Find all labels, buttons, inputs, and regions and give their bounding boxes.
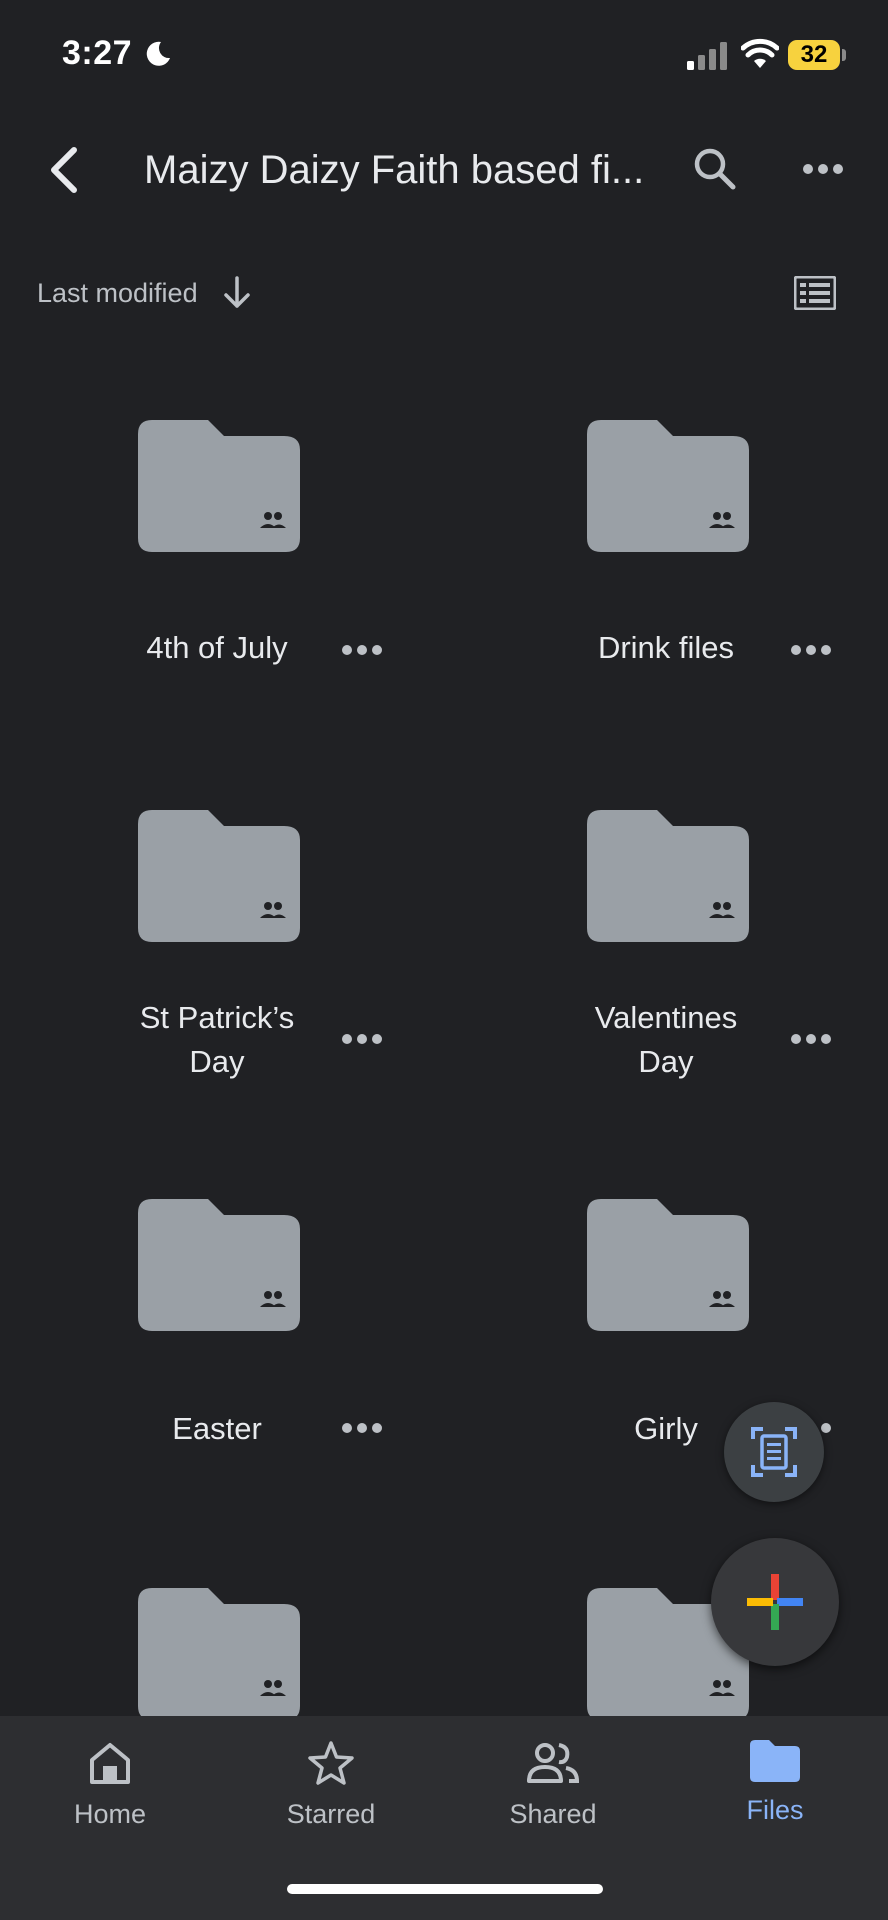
document-scanner-icon: [751, 1427, 797, 1477]
folder-name: 4th of July: [146, 630, 288, 665]
moon-icon: [146, 41, 170, 66]
nav-home[interactable]: Home: [20, 1740, 200, 1830]
more-options-icon[interactable]: [789, 1031, 833, 1047]
battery-tip: [842, 49, 846, 61]
star-icon: [308, 1741, 354, 1785]
home-indicator: [287, 1884, 603, 1894]
folder-name: Easter: [172, 1411, 262, 1446]
more-options-icon[interactable]: [340, 642, 384, 658]
arrow-down-icon[interactable]: [222, 276, 252, 310]
shared-folder-icon: [587, 1199, 749, 1331]
folder-name: Drink files: [597, 630, 735, 665]
folder-tile-drink-files[interactable]: Drink files: [551, 418, 851, 678]
nav-label: Starred: [286, 1799, 376, 1829]
folder-name: St Patrick’s Day: [139, 1000, 295, 1079]
folder-tile-valentines-day[interactable]: Valentines Day: [551, 808, 851, 1098]
cellular-signal-icon: [687, 42, 727, 70]
folder-tile[interactable]: [102, 1586, 402, 1716]
plus-icon: [747, 1574, 803, 1630]
status-time: 3:27: [62, 34, 133, 72]
nav-label: Home: [73, 1799, 147, 1829]
back-arrow-icon[interactable]: [44, 146, 84, 194]
sort-label[interactable]: Last modified: [37, 278, 198, 309]
nav-label: Shared: [509, 1799, 597, 1829]
battery-indicator: 32: [788, 40, 840, 70]
page-title: Maizy Daizy Faith based fi...: [144, 148, 645, 192]
shared-folder-icon: [587, 810, 749, 942]
more-options-icon[interactable]: [340, 1031, 384, 1047]
people-icon: [527, 1743, 580, 1783]
nav-starred[interactable]: Starred: [241, 1740, 421, 1830]
scan-document-button[interactable]: [724, 1402, 824, 1502]
shared-folder-icon: [587, 420, 749, 552]
home-icon: [90, 1743, 130, 1784]
folder-tile-easter[interactable]: Easter: [102, 1197, 402, 1457]
list-view-icon[interactable]: [794, 276, 836, 310]
more-options-icon[interactable]: [340, 1420, 384, 1436]
shared-folder-icon: [138, 1199, 300, 1331]
search-icon[interactable]: [692, 146, 736, 190]
shared-folder-icon: [138, 420, 300, 552]
nav-files[interactable]: Files: [685, 1740, 865, 1826]
nav-shared[interactable]: Shared: [463, 1740, 643, 1830]
shared-folder-icon: [138, 810, 300, 942]
new-button[interactable]: [711, 1538, 839, 1666]
folder-tile-4th-of-july[interactable]: 4th of July: [102, 418, 402, 678]
more-options-icon[interactable]: [789, 642, 833, 658]
folder-tile-st-patricks-day[interactable]: St Patrick’s Day: [102, 808, 402, 1098]
folder-name: Valentines Day: [594, 1000, 738, 1079]
shared-folder-icon: [138, 1588, 300, 1716]
wifi-icon: [741, 38, 779, 68]
nav-label: Files: [746, 1795, 804, 1825]
folder-icon: [750, 1740, 800, 1782]
more-options-icon[interactable]: [802, 162, 844, 176]
